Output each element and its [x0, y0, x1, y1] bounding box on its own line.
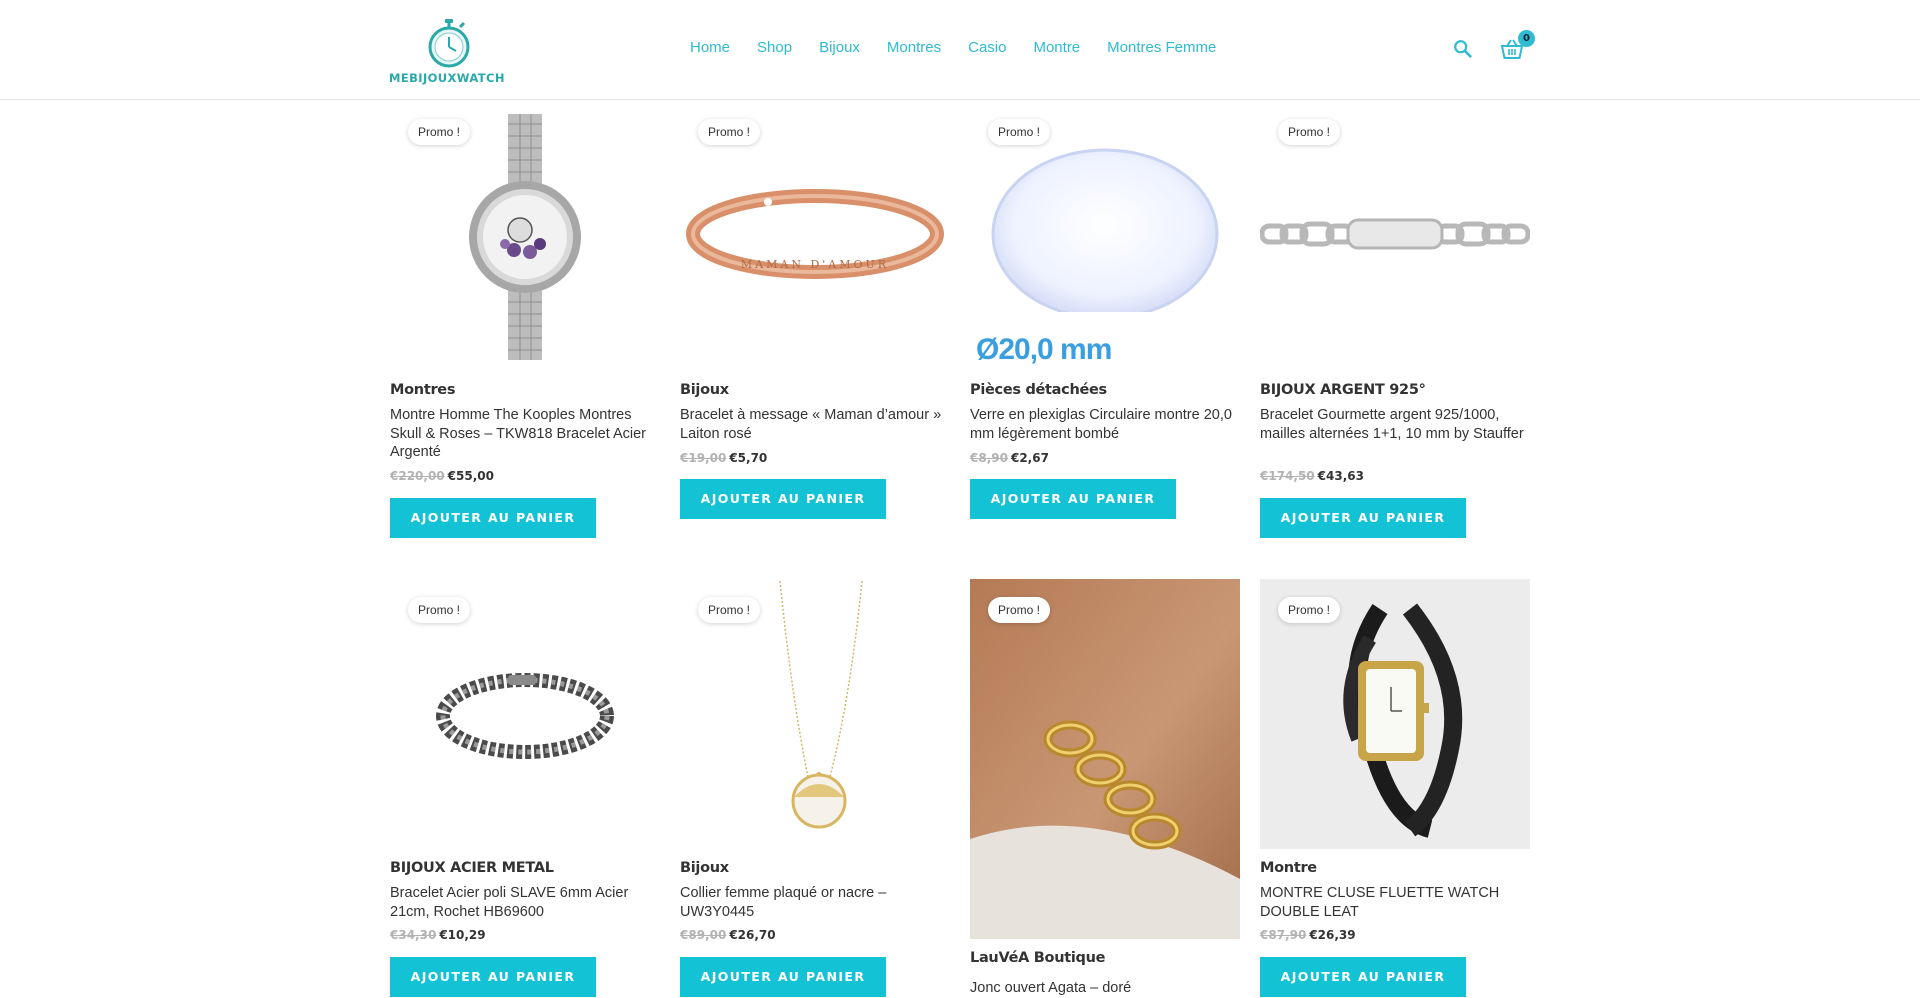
product-category[interactable]: BIJOUX ARGENT 925° — [1260, 382, 1426, 398]
promo-badge: Promo ! — [408, 119, 471, 145]
sale-price: €43,63 — [1317, 469, 1364, 483]
promo-badge: Promo ! — [1278, 597, 1341, 623]
product-category[interactable]: Bijoux — [680, 860, 729, 876]
old-price: €87,90 — [1260, 928, 1307, 942]
product-category[interactable]: Montres — [390, 382, 455, 398]
product-price: €34,30 €10,29 — [390, 928, 486, 942]
promo-badge: Promo ! — [698, 119, 761, 145]
product-category[interactable]: Montre — [1260, 860, 1317, 876]
add-to-cart-button[interactable]: AJOUTER AU PANIER — [1260, 957, 1466, 997]
product-image[interactable] — [1260, 112, 1530, 362]
add-to-cart-button[interactable]: AJOUTER AU PANIER — [390, 498, 596, 538]
site-header: MEBIJOUXWATCH Home Shop Bijoux Montres C… — [0, 0, 1920, 100]
old-price: €19,00 — [680, 451, 727, 465]
promo-badge: Promo ! — [988, 597, 1051, 623]
old-price: €174,50 — [1260, 469, 1315, 483]
add-to-cart-button[interactable]: AJOUTER AU PANIER — [390, 957, 596, 997]
logo-text: MEBIJOUXWATCH — [389, 71, 505, 85]
sale-price: €5,70 — [729, 451, 768, 465]
product-category[interactable]: BIJOUX ACIER METAL — [390, 860, 554, 876]
old-price: €8,90 — [970, 451, 1008, 465]
cart-count-badge[interactable]: 0 — [1518, 30, 1535, 47]
add-to-cart-button[interactable]: AJOUTER AU PANIER — [970, 479, 1176, 519]
product-title[interactable]: Bracelet Acier poli SLAVE 6mm Acier 21cm… — [390, 884, 655, 921]
add-to-cart-button[interactable]: AJOUTER AU PANIER — [680, 479, 886, 519]
product-price: €87,90 €26,39 — [1260, 928, 1356, 942]
old-price: €220,00 — [390, 469, 445, 483]
product-image[interactable] — [970, 112, 1240, 370]
product-title[interactable]: Verre en plexiglas Circulaire montre 20,… — [970, 406, 1235, 443]
sale-price: €10,29 — [439, 928, 486, 942]
product-image-label: Ø20,0 mm — [976, 333, 1112, 366]
product-title[interactable]: Bracelet à message « Maman d’amour » Lai… — [680, 406, 945, 443]
product-image[interactable]: MAMAN D'AMOUR — [680, 112, 950, 362]
nav-montres-femme[interactable]: Montres Femme — [1107, 39, 1216, 56]
sale-price: €2,67 — [1010, 451, 1049, 465]
promo-badge: Promo ! — [1278, 119, 1341, 145]
main-nav: Home Shop Bijoux Montres Casio Montre Mo… — [690, 39, 1243, 56]
nav-shop[interactable]: Shop — [757, 39, 792, 56]
add-to-cart-button[interactable]: AJOUTER AU PANIER — [1260, 498, 1466, 538]
sale-price: €26,39 — [1309, 928, 1356, 942]
sale-price: €55,00 — [447, 469, 494, 483]
product-price: €174,50 €43,63 — [1260, 469, 1364, 483]
product-title[interactable]: Collier femme plaqué or nacre – UW3Y0445 — [680, 884, 945, 921]
nav-casio[interactable]: Casio — [968, 39, 1006, 56]
nav-home[interactable]: Home — [690, 39, 730, 56]
sale-price: €26,70 — [729, 928, 776, 942]
product-title[interactable]: Bracelet Gourmette argent 925/1000, mail… — [1260, 406, 1525, 443]
product-price: €220,00 €55,00 — [390, 469, 494, 483]
site-logo[interactable]: MEBIJOUXWATCH — [389, 18, 511, 85]
promo-badge: Promo ! — [988, 119, 1051, 145]
product-title[interactable]: MONTRE CLUSE FLUETTE WATCH DOUBLE LEAT — [1260, 884, 1525, 921]
old-price: €34,30 — [390, 928, 437, 942]
promo-badge: Promo ! — [408, 597, 471, 623]
product-category[interactable]: Pièces détachées — [970, 382, 1107, 398]
product-category[interactable]: Bijoux — [680, 382, 729, 398]
product-category[interactable]: LauVéA Boutique — [970, 950, 1105, 966]
nav-montres[interactable]: Montres — [887, 39, 941, 56]
product-price: €89,00 €26,70 — [680, 928, 776, 942]
svg-text:MAMAN D'AMOUR: MAMAN D'AMOUR — [741, 258, 889, 271]
product-price: €19,00 €5,70 — [680, 451, 767, 465]
nav-montre[interactable]: Montre — [1033, 39, 1080, 56]
stopwatch-logo-icon — [428, 19, 470, 68]
promo-badge: Promo ! — [698, 597, 761, 623]
old-price: €89,00 — [680, 928, 727, 942]
product-title[interactable]: Jonc ouvert Agata – doré — [970, 979, 1235, 998]
product-title[interactable]: Montre Homme The Kooples Montres Skull &… — [390, 406, 655, 462]
product-price: €8,90 €2,67 — [970, 451, 1049, 465]
product-image[interactable] — [970, 579, 1240, 939]
add-to-cart-button[interactable]: AJOUTER AU PANIER — [680, 957, 886, 997]
search-icon[interactable] — [1452, 38, 1474, 60]
nav-bijoux[interactable]: Bijoux — [819, 39, 860, 56]
product-image[interactable] — [390, 112, 660, 362]
